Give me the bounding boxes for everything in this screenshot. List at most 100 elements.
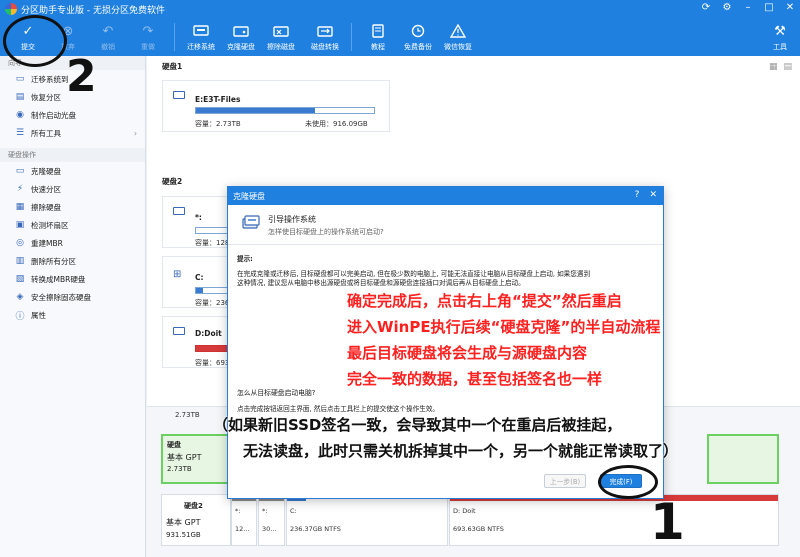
partition-name: D:Doit — [195, 329, 222, 338]
hint-text-1: 在完成克隆或迁移后, 目标硬盘都可以完美启动, 但在极少数的电脑上, 可能无法直… — [237, 270, 591, 278]
partition-name: E:E3T-Files — [195, 95, 241, 104]
sidebar-item-all-tools[interactable]: ☰ 所有工具 › — [0, 124, 145, 142]
window-title: 分区助手专业版 - 无损分区免费软件 — [21, 5, 165, 16]
highlight-circle-commit — [3, 15, 67, 67]
title-bar: 分区助手专业版 - 无损分区免费软件 ⟳ ⚙ – □ ✕ — [0, 0, 800, 18]
partition-free: 未使用：916.09GB — [305, 120, 368, 128]
previous-button[interactable]: 上一步(B) — [544, 474, 586, 488]
partition-capacity: 容量：128 — [195, 239, 230, 247]
sidebar-item-quick-partition[interactable]: ⚡ 快速分区 — [0, 180, 145, 198]
disc-icon: ◉ — [16, 110, 24, 120]
close-icon[interactable]: ✕ — [784, 2, 796, 13]
step-number-2: 2 — [66, 51, 97, 102]
redo-icon: ↷ — [142, 23, 154, 39]
drive-icon — [173, 207, 185, 215]
sidebar-item-delete-all[interactable]: ▥ 删除所有分区 — [0, 252, 145, 270]
disk-map-name: 硬盘 — [167, 441, 181, 449]
wipe-icon: ▦ — [15, 202, 25, 212]
disk-map-source[interactable]: 硬盘 基本 GPT 2.73TB — [161, 434, 231, 484]
clone-icon: ▭ — [15, 166, 25, 176]
sidebar-item-convert-mbr[interactable]: ▧ 转换成MBR硬盘 — [0, 270, 145, 288]
disk-map-size: 2.73TB — [167, 465, 192, 473]
grid-view-icon[interactable]: ▦ — [769, 62, 778, 72]
tutorial-button[interactable]: 教程 — [358, 18, 398, 56]
drive-icon — [173, 327, 185, 335]
drive-icon — [173, 91, 185, 99]
minimize-icon[interactable]: – — [742, 2, 754, 13]
disk-map-partition-green[interactable] — [707, 434, 779, 484]
free-backup-button[interactable]: 免费备份 — [398, 18, 438, 56]
disk2-label: 硬盘2 — [162, 177, 183, 186]
disk-map-size: 931.51GB — [166, 531, 201, 539]
disk-map-part-c[interactable]: C: 236.37GB NTFS — [286, 494, 448, 546]
sidebar-item-boot-disc[interactable]: ◉ 制作启动光盘 — [0, 106, 145, 124]
sidebar-item-wipe-disk[interactable]: ▦ 擦除硬盘 — [0, 198, 145, 216]
redo-button[interactable]: ↷ 重做 — [128, 18, 168, 56]
annotation-red-3: 最后目标硬盘将会生成与源硬盘内容 — [347, 344, 588, 362]
lightning-icon: ⚡ — [16, 184, 24, 194]
hint-text-2: 这种情况, 建议您从电脑中移出源硬盘或将目标硬盘和源硬盘连接插口对调后再从目标硬… — [237, 279, 525, 287]
undo-icon: ↶ — [102, 23, 114, 39]
window-controls: ⟳ ⚙ – □ ✕ — [700, 2, 796, 13]
disk-map-type: 基本 GPT — [167, 453, 202, 462]
partition-card-e[interactable]: E:E3T-Files 容量：2.73TB 未使用：916.09GB — [162, 80, 390, 132]
settings-icon[interactable]: ⚙ — [721, 2, 733, 13]
convert-disk-button[interactable]: 磁盘转换 — [305, 18, 345, 56]
dialog-step-subtitle: 怎样使目标硬盘上的操作系统可启动? — [268, 228, 384, 236]
mbr-icon: ◎ — [16, 238, 24, 248]
info-icon: ⓘ — [15, 311, 25, 322]
sidebar-section-disk-ops: 硬盘操作 — [0, 148, 145, 162]
delete-icon: ▥ — [15, 256, 25, 266]
sidebar-item-properties[interactable]: ⓘ 属性 — [0, 306, 145, 324]
annotation-red-4: 完全一致的数据，甚至包括签名也一样 — [347, 370, 603, 388]
list-view-icon[interactable]: ▤ — [783, 62, 792, 72]
view-toggle: ▦ ▤ — [769, 62, 792, 72]
wipe-disk-button[interactable]: 擦除磁盘 — [261, 18, 301, 56]
sidebar: 向导 ▭ 迁移系统到 ▤ 恢复分区 ◉ 制作启动光盘 ☰ 所有工具 › 硬盘操作… — [0, 56, 146, 557]
wipe-disk-icon — [272, 23, 290, 39]
sidebar-item-rebuild-mbr[interactable]: ◎ 重建MBR — [0, 234, 145, 252]
disk-map-part-1[interactable]: *: 12... — [231, 494, 257, 546]
partition-capacity: 容量：2.73TB — [195, 120, 241, 128]
disk-map-target[interactable]: 硬盘2 基本 GPT 931.51GB — [161, 494, 231, 546]
annotation-black-1: （如果新旧SSD签名一致，会导致其中一个在重启后被挂起， — [213, 416, 622, 434]
row-size: 2.73TB — [175, 411, 200, 419]
book-icon — [369, 23, 387, 39]
help-icon[interactable]: ? — [635, 190, 640, 200]
sidebar-item-clone-disk[interactable]: ▭ 克隆硬盘 — [0, 162, 145, 180]
dialog-close-icon[interactable]: ✕ — [649, 190, 657, 200]
migrate-disk-icon — [192, 23, 210, 39]
erase-icon: ◈ — [16, 292, 24, 302]
toolbar-divider — [351, 23, 352, 51]
toolbar-divider — [174, 23, 175, 51]
annotation-red-2: 进入WinPE执行后续“硬盘克隆”的半自动流程 — [347, 318, 661, 336]
dialog-title: 克隆硬盘 — [233, 191, 265, 201]
usage-bar — [195, 107, 375, 114]
refresh-icon[interactable]: ⟳ — [700, 2, 712, 13]
tools-button[interactable]: ⚒ 工具 — [760, 18, 800, 56]
boot-answer: 点击完成按钮返回主界面, 然后点击工具栏上的提交使这个操作生效。 — [237, 405, 440, 413]
migrate-os-button[interactable]: 迁移系统 — [181, 18, 221, 56]
disk-map-part-2[interactable]: *: 30... — [258, 494, 285, 546]
disk-map-part-d[interactable]: D: Doit 693.63GB NTFS — [449, 494, 779, 546]
wechat-recovery-icon — [449, 23, 467, 39]
clone-disk-button[interactable]: 克隆硬盘 — [221, 18, 261, 56]
convert-icon: ▧ — [15, 274, 25, 284]
disk1-label: 硬盘1 — [162, 62, 183, 71]
wechat-recovery-button[interactable]: 微信恢复 — [438, 18, 478, 56]
highlight-circle-finish — [598, 465, 658, 499]
sidebar-item-check-bad-sectors[interactable]: ▣ 检测坏扇区 — [0, 216, 145, 234]
boot-question: 怎么从目标硬盘启动电脑? — [237, 389, 316, 397]
main-toolbar: ✓ 提交 ⊗ 放弃 ↶ 撤销 ↷ 重做 迁移系统 克隆硬盘 擦除磁盘 磁盘转换 … — [0, 18, 800, 56]
partition-capacity: 容量：693 — [195, 359, 230, 367]
sidebar-item-secure-erase[interactable]: ◈ 安全擦除固态硬盘 — [0, 288, 145, 306]
dialog-hint: 提示: 在完成克隆或迁移后, 目标硬盘都可以完美启动, 但在极少数的电脑上, 可… — [237, 255, 657, 288]
convert-disk-icon — [316, 23, 334, 39]
chevron-right-icon: › — [134, 128, 137, 138]
disk-map-type: 基本 GPT — [166, 518, 201, 527]
dialog-step-title: 引导操作系统 — [268, 215, 316, 224]
partition-capacity: 容量：236 — [195, 299, 230, 307]
maximize-icon[interactable]: □ — [763, 2, 775, 13]
annotation-black-2: 无法读盘，此时只需关机拆掉其中一个，另一个就能正常读取了） — [243, 442, 679, 460]
clone-disk-icon — [232, 23, 250, 39]
